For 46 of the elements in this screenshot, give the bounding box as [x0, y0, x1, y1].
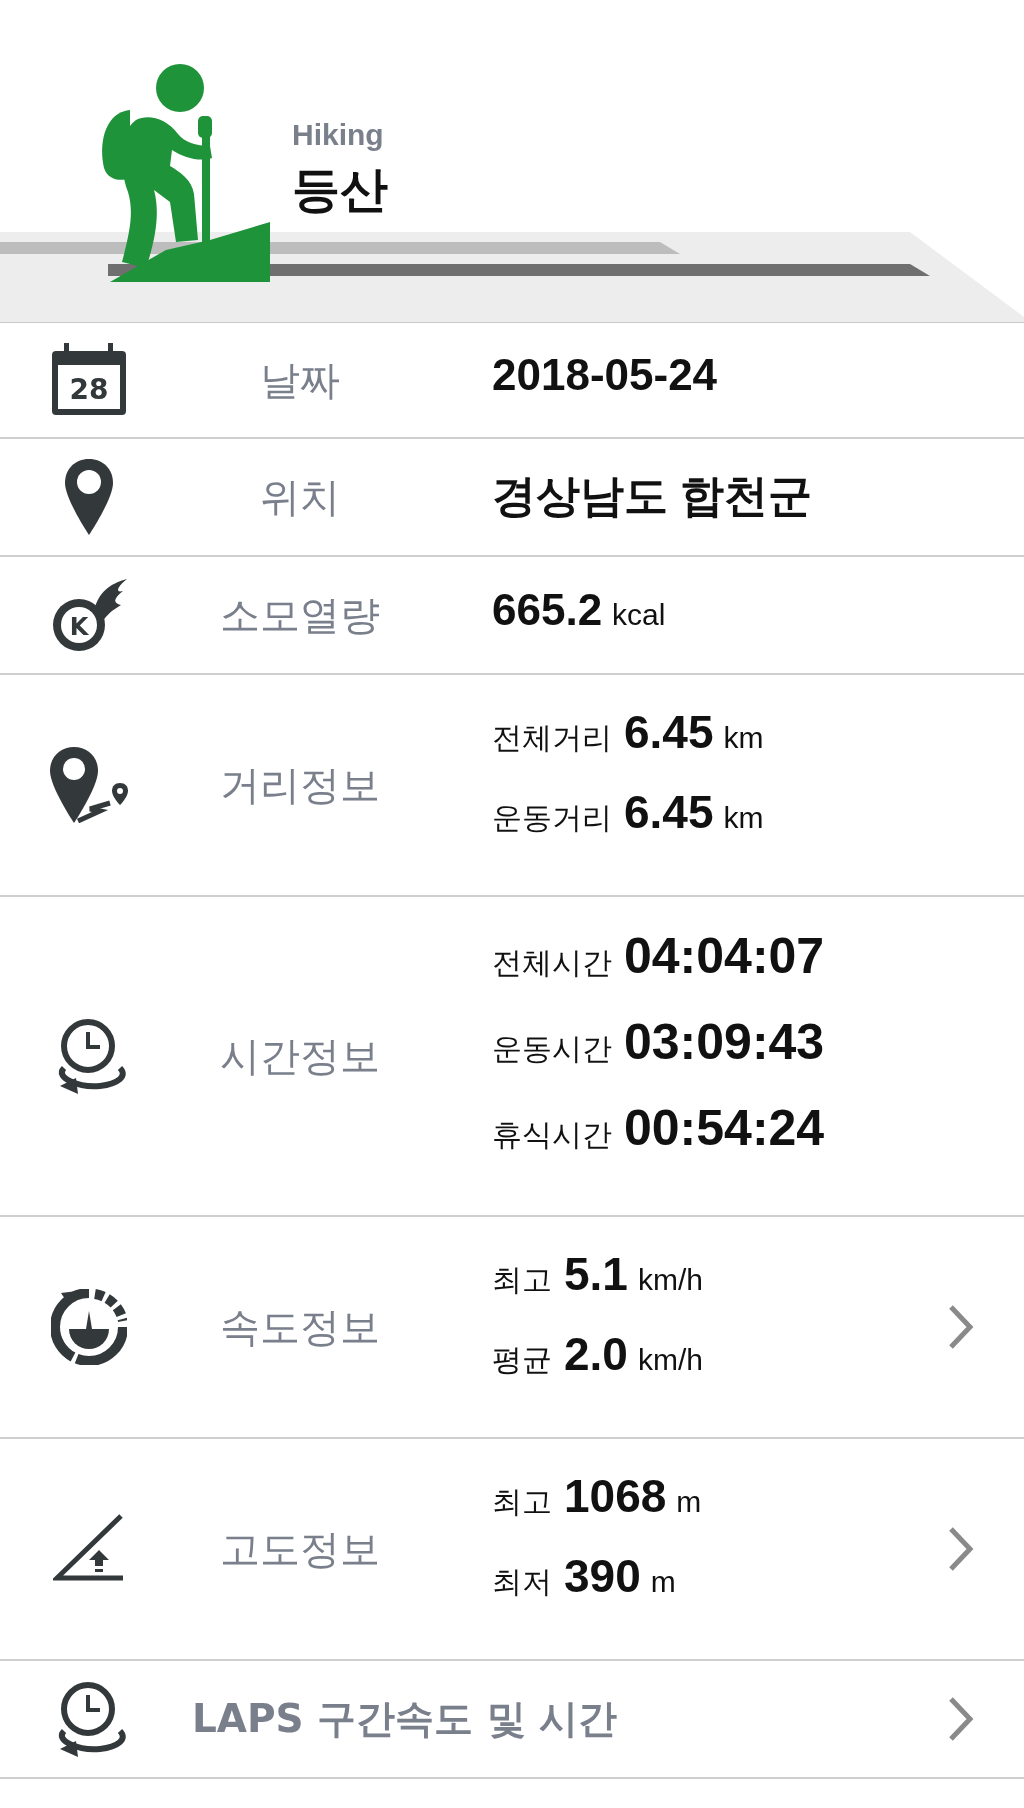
unit-label: km	[723, 721, 764, 755]
unit-label: km	[723, 801, 764, 835]
stat-label: 운동시간	[492, 1030, 612, 1068]
activity-title: 등산	[292, 160, 388, 219]
unit-label: km/h	[637, 1343, 703, 1377]
stat-value: 390	[564, 1549, 641, 1603]
detail-row[interactable]: 고도정보 최고 1068 m 최저 390 m	[0, 1439, 1024, 1661]
hiker-icon	[100, 62, 270, 282]
stat-label: 평균	[492, 1341, 552, 1379]
unit-label: kcal	[612, 598, 666, 632]
unit-label: km/h	[637, 1263, 703, 1297]
stat-value: 03:09:43	[624, 1013, 825, 1071]
unit-label: m	[676, 1485, 702, 1519]
location-pin-icon	[65, 459, 113, 535]
stat-value: 6.45	[624, 705, 714, 759]
stat-label: 휴식시간	[492, 1116, 612, 1154]
row-value: 경상남도 합천군	[492, 470, 813, 522]
stat-value: 1068	[564, 1469, 667, 1523]
row-label: 거리정보	[219, 760, 381, 810]
stat-label: 운동거리	[492, 799, 612, 837]
speedometer-icon	[51, 1289, 127, 1365]
slope-arrow-icon	[53, 1514, 125, 1584]
stat-label: 전체시간	[492, 944, 612, 982]
row-label: 시간정보	[219, 1031, 381, 1081]
row-value: 2018-05-24	[492, 350, 718, 400]
row-label: 날짜	[259, 355, 341, 405]
activity-subtitle: Hiking	[292, 118, 385, 152]
stat-value: 5.1	[564, 1247, 628, 1301]
stat-value: 04:04:07	[624, 927, 825, 985]
row-value: 665.2	[492, 585, 603, 635]
stat-value: 6.45	[624, 785, 714, 839]
detail-row[interactable]: 속도정보 최고 5.1 km/h 평균 2.0 km/h	[0, 1217, 1024, 1439]
stat-label: 최고	[492, 1261, 552, 1299]
stat-value: 2.0	[564, 1327, 628, 1381]
stat-label: 전체거리	[492, 719, 612, 757]
stat-value: 00:54:24	[624, 1099, 825, 1157]
row-label: 고도정보	[219, 1524, 381, 1574]
row-label: LAPS 구간속도 및 시간	[192, 1695, 619, 1743]
row-label: 속도정보	[219, 1302, 381, 1352]
row-label: 소모열량	[219, 590, 381, 640]
detail-row[interactable]: LAPS 구간속도 및 시간	[0, 1661, 1024, 1779]
route-pin-icon	[50, 747, 128, 823]
row-label: 위치	[259, 472, 341, 522]
stat-label: 최고	[492, 1483, 552, 1521]
unit-label: m	[650, 1565, 676, 1599]
stat-label: 최저	[492, 1563, 552, 1601]
